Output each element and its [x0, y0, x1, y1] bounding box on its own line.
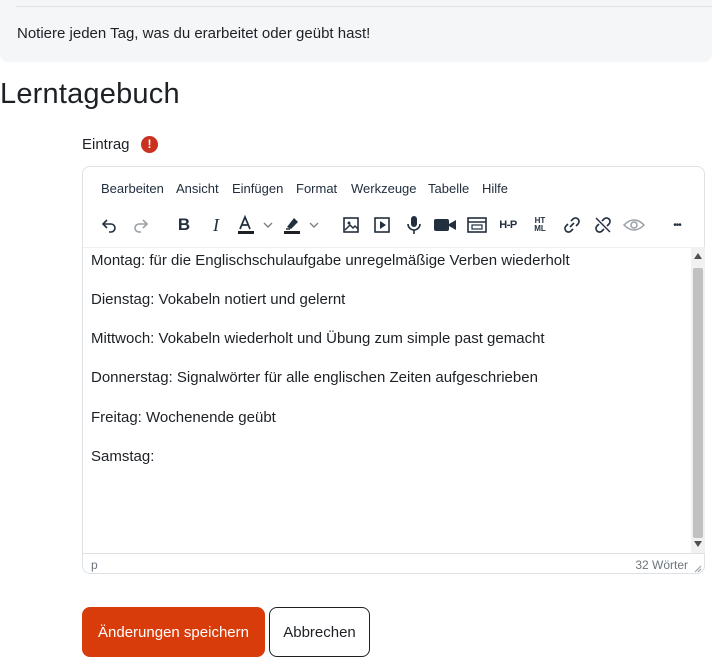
- required-exclamation-icon: !: [141, 136, 158, 153]
- menu-einfuegen[interactable]: Einfügen: [232, 181, 283, 196]
- scroll-up-arrow-icon[interactable]: [691, 249, 705, 263]
- rich-text-editor: Bearbeiten Ansicht Einfügen Format Werkz…: [82, 166, 705, 574]
- italic-glyph: I: [213, 214, 219, 235]
- video-camera-icon[interactable]: [431, 211, 459, 239]
- menu-ansicht[interactable]: Ansicht: [176, 181, 219, 196]
- editor-paragraph: Dienstag: Vokabeln notiert und gelernt: [91, 291, 346, 308]
- notice-divider: [16, 6, 712, 7]
- scroll-down-arrow-icon[interactable]: [691, 537, 705, 551]
- editor-toolbar: B I H-P HT ML •••: [83, 211, 704, 239]
- menu-bearbeiten[interactable]: Bearbeiten: [101, 181, 164, 196]
- editor-paragraph: Donnerstag: Signalwörter für alle englis…: [91, 369, 538, 386]
- media-icon[interactable]: [369, 211, 395, 239]
- text-color-icon[interactable]: [235, 211, 277, 239]
- preview-eye-icon[interactable]: [619, 211, 649, 239]
- editor-paragraph: Mittwoch: Vokabeln wiederholt und Übung …: [91, 330, 545, 347]
- menu-tabelle[interactable]: Tabelle: [428, 181, 469, 196]
- editor-paragraph: Freitag: Wochenende geübt: [91, 409, 276, 426]
- notice-text: Notiere jeden Tag, was du erarbeitet ode…: [17, 25, 371, 42]
- editor-paragraph: Samstag:: [91, 448, 155, 465]
- save-changes-button[interactable]: Änderungen speichern: [82, 607, 265, 657]
- image-icon[interactable]: [338, 211, 364, 239]
- editor-scrollbar[interactable]: [691, 247, 705, 553]
- cancel-button[interactable]: Abbrechen: [269, 607, 370, 657]
- page-title: Lerntagebuch: [0, 78, 180, 110]
- h5p-text: H-P: [499, 219, 517, 231]
- entry-label: Eintrag: [82, 136, 130, 153]
- word-count[interactable]: 32 Wörter: [635, 558, 688, 572]
- element-path[interactable]: p: [91, 558, 98, 572]
- menu-hilfe[interactable]: Hilfe: [482, 181, 508, 196]
- menu-werkzeuge[interactable]: Werkzeuge: [351, 181, 417, 196]
- bold-glyph: B: [177, 215, 191, 234]
- html-text: HT ML: [534, 216, 546, 233]
- instruction-notice: Notiere jeden Tag, was du erarbeitet ode…: [0, 0, 712, 62]
- embed-icon[interactable]: [464, 211, 490, 239]
- html-icon[interactable]: HT ML: [526, 211, 554, 239]
- editor-paragraph: Montag: für die Englischschulaufgabe unr…: [91, 252, 570, 269]
- more-icon[interactable]: •••: [663, 211, 691, 239]
- link-icon[interactable]: [559, 211, 585, 239]
- scrollbar-thumb[interactable]: [693, 268, 703, 538]
- microphone-icon[interactable]: [401, 211, 427, 239]
- unlink-icon[interactable]: [590, 211, 616, 239]
- menu-format[interactable]: Format: [296, 181, 337, 196]
- bold-icon[interactable]: B: [171, 211, 197, 239]
- undo-icon[interactable]: [97, 211, 121, 239]
- resize-handle-icon[interactable]: [693, 560, 702, 578]
- h5p-icon[interactable]: H-P: [494, 211, 522, 239]
- redo-icon[interactable]: [129, 211, 153, 239]
- italic-icon[interactable]: I: [203, 211, 229, 239]
- editor-content[interactable]: Montag: für die Englischschulaufgabe unr…: [83, 247, 691, 554]
- highlight-color-icon[interactable]: [281, 211, 323, 239]
- more-glyph: •••: [673, 219, 681, 231]
- editor-statusbar: p 32 Wörter: [83, 553, 704, 574]
